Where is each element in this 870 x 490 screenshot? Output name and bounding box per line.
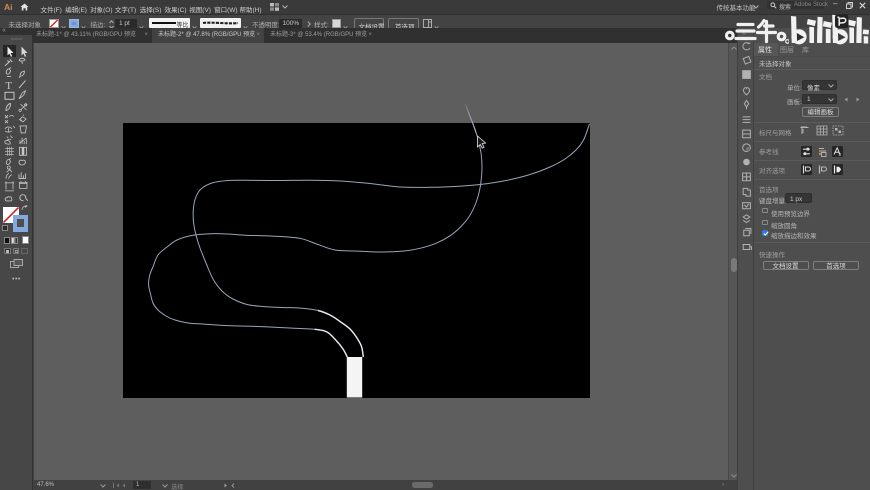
svg-text:T: T: [6, 81, 13, 92]
